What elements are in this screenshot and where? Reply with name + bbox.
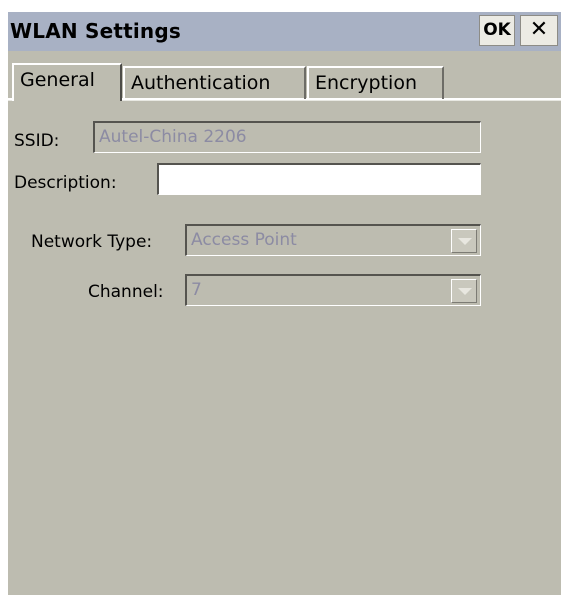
description-label: Description: [14, 173, 117, 193]
tab-encryption[interactable]: Encryption [307, 66, 444, 99]
network-type-value: Access Point [191, 230, 297, 250]
window-title: WLAN Settings [10, 19, 181, 43]
tab-authentication-label: Authentication [131, 72, 271, 94]
network-type-dropdown-button[interactable] [451, 229, 477, 253]
ok-button[interactable]: OK [479, 15, 515, 46]
channel-dropdown[interactable]: 7 [185, 274, 481, 306]
chevron-down-icon [458, 238, 472, 245]
tab-general-label: General [20, 69, 95, 91]
close-button[interactable]: ✕ [520, 15, 558, 46]
chevron-down-icon [458, 288, 472, 295]
tab-general[interactable]: General [12, 63, 122, 101]
ssid-field[interactable]: Autel-China 2206 [93, 121, 481, 153]
channel-dropdown-button[interactable] [451, 279, 477, 303]
tab-encryption-label: Encryption [315, 72, 418, 94]
channel-label: Channel: [88, 282, 164, 302]
tab-authentication[interactable]: Authentication [123, 66, 306, 99]
network-type-dropdown[interactable]: Access Point [185, 224, 481, 256]
wlan-settings-dialog: WLAN Settings OK ✕ General Authenticatio… [8, 12, 561, 595]
close-icon: ✕ [529, 17, 549, 42]
ssid-label: SSID: [14, 131, 60, 151]
title-bar: WLAN Settings OK ✕ [8, 12, 561, 51]
network-type-label: Network Type: [31, 232, 153, 252]
channel-value: 7 [191, 280, 202, 300]
description-field[interactable] [157, 163, 481, 195]
